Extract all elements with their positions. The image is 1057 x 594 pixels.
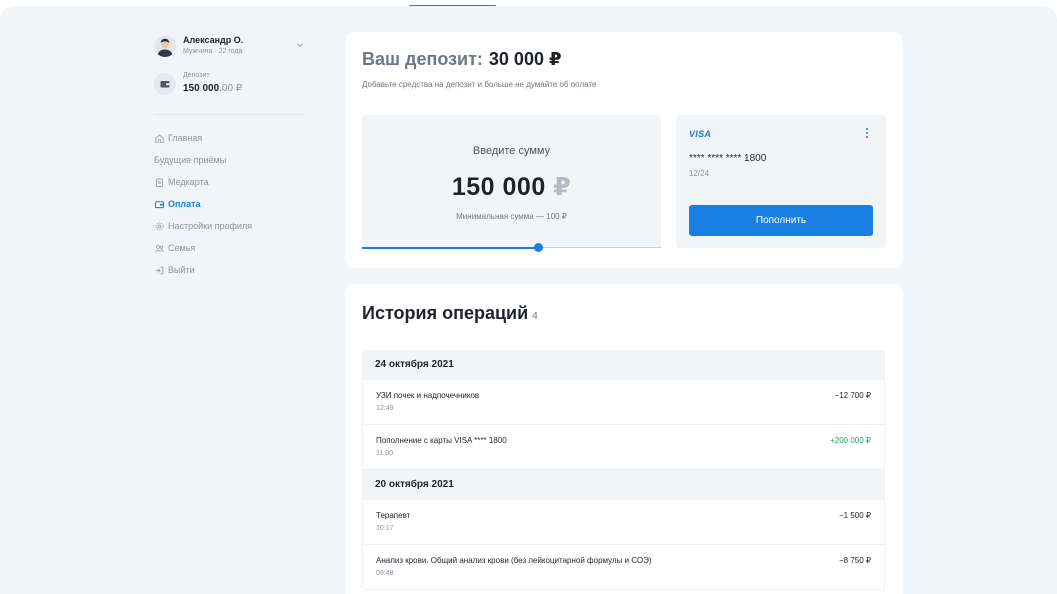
user-details: Мужчина · 22 года <box>183 48 243 55</box>
more-options-icon[interactable] <box>864 128 870 142</box>
sidebar-item-family[interactable]: Семья <box>154 237 304 259</box>
amount-input[interactable]: 150 000 ₽ <box>362 172 661 202</box>
clipboard-icon <box>156 178 163 187</box>
deposit-panel: Ваш депозит: 30 000 ₽ Добавьте средства н… <box>345 32 903 268</box>
operation-amount: −1 500 ₽ <box>838 511 871 520</box>
payment-card: VISA **** **** **** 1800 12/24 Пополнить <box>676 115 886 248</box>
sidebar: Александр О. Мужчина · 22 года Депозит 1… <box>154 32 304 281</box>
sidebar-item-home[interactable]: Главная <box>154 127 304 149</box>
sidebar-item-payment[interactable]: Оплата <box>154 193 304 215</box>
history-title-text: История операций <box>362 303 529 323</box>
operation-amount: +200 000 ₽ <box>830 436 871 445</box>
app-frame: Александр О. Мужчина · 22 года Депозит 1… <box>0 6 1057 594</box>
sidebar-item-label: Главная <box>168 133 203 143</box>
deposit-amount: 150 000,00 ₽ <box>183 83 242 94</box>
logout-icon <box>155 266 164 274</box>
card-number: **** **** **** 1800 <box>689 153 767 164</box>
operation-time: 09:48 <box>376 570 394 577</box>
amount-value: 150 000 <box>451 173 546 201</box>
operation-title: Терапевт <box>376 511 411 520</box>
list-item[interactable]: Терапевт 10:17 −1 500 ₽ <box>362 500 885 545</box>
amount-label: Введите сумму <box>472 145 551 157</box>
home-icon <box>155 133 164 143</box>
wallet-icon <box>154 73 176 95</box>
sidebar-item-label: Выйти <box>168 265 195 275</box>
deposit-title: Ваш депозит: 30 000 ₽ <box>362 49 562 70</box>
sidebar-item-logout[interactable]: Выйти <box>154 259 304 281</box>
slider-thumb[interactable] <box>533 243 543 252</box>
user-profile[interactable]: Александр О. Мужчина · 22 года <box>154 32 304 62</box>
operation-amount: −8 750 ₽ <box>838 556 871 565</box>
operation-time: 12:49 <box>376 405 394 412</box>
slider-fill <box>362 246 539 249</box>
avatar <box>154 35 176 57</box>
list-item[interactable]: Пополнение с карты VISA **** 1800 11:00 … <box>362 425 885 470</box>
sidebar-item-label: Оплата <box>168 199 201 209</box>
visa-logo: VISA <box>689 129 712 139</box>
amount-slider[interactable] <box>362 243 661 252</box>
operation-amount: −12 700 ₽ <box>834 391 871 400</box>
operation-title: Пополнение с карты VISA **** 1800 <box>376 436 507 445</box>
sidebar-item-settings[interactable]: Настройки профиля <box>154 215 304 237</box>
operation-time: 11:00 <box>376 450 393 457</box>
date-group-header: 20 октября 2021 <box>362 470 885 500</box>
topup-button[interactable]: Пополнить <box>689 205 873 236</box>
deposit-label: Депозит <box>183 72 210 79</box>
list-item[interactable]: Анализ крови. Общий анализ крови (без ле… <box>362 545 885 590</box>
history-title: История операций 4 <box>362 303 538 324</box>
operation-title: УЗИ почек и надпочечников <box>376 391 480 400</box>
deposit-title-value: 30 000 ₽ <box>488 49 562 69</box>
user-name: Александр О. <box>183 35 244 45</box>
sidebar-menu: Главная Будущие приёмы Медкарта Оплата Н… <box>154 127 304 281</box>
min-amount-hint: Минимальная сумма — 100 ₽ <box>456 212 567 221</box>
sidebar-item-label: Будущие приёмы <box>154 155 227 165</box>
gear-icon <box>155 221 164 231</box>
sidebar-item-medcard[interactable]: Медкарта <box>154 171 304 193</box>
history-list: 24 октября 2021 УЗИ почек и надпочечнико… <box>362 350 885 590</box>
deposit-summary: Депозит 150 000,00 ₽ <box>154 70 304 104</box>
amount-input-box: Введите сумму 150 000 ₽ Минимальная сумм… <box>362 115 661 248</box>
sidebar-divider <box>154 114 304 115</box>
sidebar-item-appointments[interactable]: Будущие приёмы <box>154 149 304 171</box>
deposit-description: Добавьте средства на депозит и больше не… <box>362 80 597 89</box>
amount-currency: ₽ <box>553 173 572 201</box>
wallet-icon <box>155 200 164 208</box>
list-item[interactable]: УЗИ почек и надпочечников 12:49 −12 700 … <box>362 380 885 425</box>
deposit-amount-dec: ,00 ₽ <box>219 83 243 94</box>
deposit-title-prefix: Ваш депозит: <box>362 49 483 69</box>
sidebar-item-label: Настройки профиля <box>168 221 253 231</box>
operation-title: Анализ крови. Общий анализ крови (без ле… <box>376 556 652 565</box>
deposit-amount-int: 150 000 <box>183 83 220 94</box>
sidebar-item-label: Семья <box>168 243 196 253</box>
chevron-down-icon[interactable] <box>295 40 305 50</box>
sidebar-item-label: Медкарта <box>168 177 209 187</box>
date-group-header: 24 октября 2021 <box>362 350 885 380</box>
people-icon <box>155 244 164 252</box>
operation-time: 10:17 <box>376 525 394 532</box>
card-expiry: 12/24 <box>689 169 710 178</box>
history-count: 4 <box>532 311 538 322</box>
history-panel: История операций 4 24 октября 2021 УЗИ по… <box>345 284 903 594</box>
